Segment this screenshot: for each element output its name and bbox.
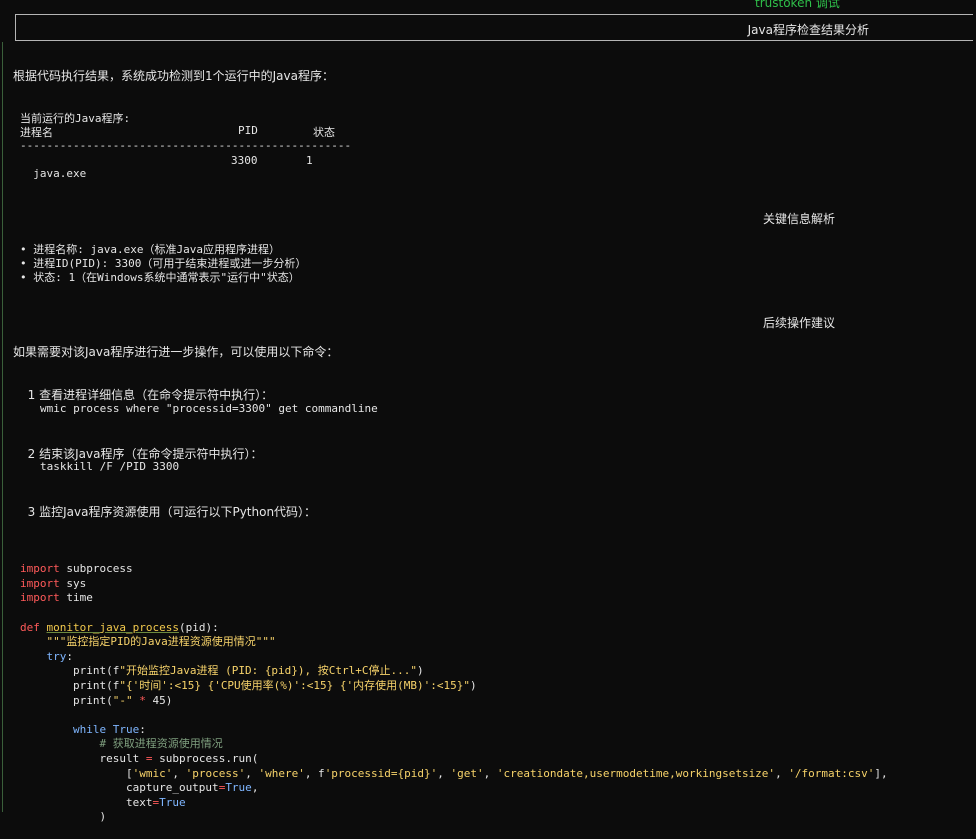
code-line: """监控指定PID的Java进程资源使用情况"""	[46, 635, 276, 649]
code-block: import subprocess import sys import time d…	[20, 533, 888, 839]
row-status: 1	[306, 154, 313, 167]
code-line: def monitor_java_process(pid):	[20, 620, 219, 634]
top-label: trustoken 调试	[755, 0, 840, 10]
code-line: import time	[20, 591, 93, 605]
code-line: ['wmic', 'process', 'where', f'processid…	[20, 766, 888, 780]
code-line: print("-" * 45)	[20, 693, 173, 707]
code-line: while True:	[72, 722, 146, 736]
intro-text: 根据代码执行结果，系统成功检测到1个运行中的Java程序：	[13, 69, 334, 83]
step-3: 3 监控Java程序资源使用（可运行以下Python代码）：	[27, 505, 317, 519]
result-banner: Java程序检查结果分析	[15, 14, 973, 41]
row-name: java.exe	[33, 167, 87, 180]
next-steps-intro: 如果需要对该Java程序进行进一步操作，可以使用以下命令：	[13, 345, 339, 359]
left-border	[2, 42, 3, 812]
step-1-command: wmic process where "processid=3300" get …	[40, 402, 378, 415]
banner-title: Java程序检查结果分析	[747, 23, 869, 37]
key-info-heading: 关键信息解析	[763, 212, 836, 226]
table-row: java.exe	[20, 154, 86, 180]
code-line: # 获取进程资源使用情况	[99, 737, 223, 751]
col-name-header: 进程名	[20, 126, 53, 139]
list-item: • 状态: 1（在Windows系统中通常表示"运行中"状态）	[20, 271, 300, 284]
table-separator: ----------------------------------------…	[20, 139, 352, 152]
code-line: import sys	[20, 576, 87, 590]
step-2: 2 结束该Java程序（在命令提示符中执行）：	[27, 447, 263, 461]
col-pid-header: PID	[238, 124, 258, 137]
step-1: 1 查看进程详细信息（在命令提示符中执行）：	[27, 388, 274, 402]
code-line: try:	[46, 649, 74, 663]
code-line: text=True	[20, 795, 186, 809]
row-pid: 3300	[231, 154, 258, 167]
code-line: print(f"{'时间':<15} {'CPU使用率(%)':<15} {'内…	[20, 678, 477, 692]
code-line: capture_output=True,	[20, 781, 259, 795]
code-line: )	[20, 810, 107, 824]
col-status-header: 状态	[313, 126, 335, 139]
next-steps-heading: 后续操作建议	[763, 316, 836, 330]
code-lines: import subprocess import sys import time d…	[20, 562, 888, 825]
code-line: print(f"开始监控Java进程 (PID: {pid}), 按Ctrl+C…	[20, 664, 424, 678]
code-line: result = subprocess.run(	[20, 751, 259, 765]
step-2-command: taskkill /F /PID 3300	[40, 460, 180, 473]
code-line: import subprocess	[20, 562, 133, 576]
